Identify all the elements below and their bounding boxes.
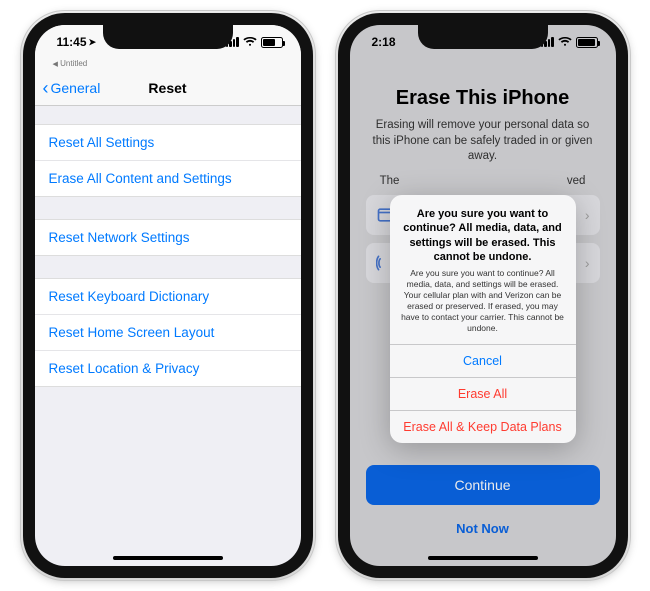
settings-group-2: Reset Network Settings [35, 219, 301, 256]
alert-title: Are you sure you want to continue? All m… [400, 207, 566, 264]
alert-body: Are you sure you want to continue? All m… [390, 195, 576, 344]
tab-label: Untitled [60, 59, 87, 68]
screen-left: 11:45 ➤ ◀ Untitled ‹ General Reset Reset… [35, 25, 301, 566]
alert-message: Are you sure you want to continue? All m… [400, 268, 566, 334]
nav-bar: ‹ General Reset [35, 70, 301, 106]
confirm-alert: Are you sure you want to continue? All m… [390, 195, 576, 443]
notch [103, 25, 233, 49]
back-button[interactable]: ‹ General [43, 79, 101, 97]
settings-group-3: Reset Keyboard Dictionary Reset Home Scr… [35, 278, 301, 387]
row-reset-keyboard[interactable]: Reset Keyboard Dictionary [35, 279, 301, 315]
row-reset-location-privacy[interactable]: Reset Location & Privacy [35, 351, 301, 386]
wifi-icon [243, 37, 257, 47]
alert-cancel-button[interactable]: Cancel [390, 344, 576, 377]
chevron-left-icon: ‹ [43, 79, 49, 97]
tab-chevron-icon: ◀ [53, 61, 58, 68]
screen-right: 2:18 Erase This iPhone Erasing will remo… [350, 25, 616, 566]
settings-group-1: Reset All Settings Erase All Content and… [35, 124, 301, 197]
row-reset-all-settings[interactable]: Reset All Settings [35, 125, 301, 161]
notch [418, 25, 548, 49]
status-icons [226, 37, 283, 48]
phone-right: 2:18 Erase This iPhone Erasing will remo… [338, 13, 628, 578]
row-reset-home-screen[interactable]: Reset Home Screen Layout [35, 315, 301, 351]
status-time-area: 11:45 ➤ [57, 35, 97, 49]
phone-left: 11:45 ➤ ◀ Untitled ‹ General Reset Reset… [23, 13, 313, 578]
location-arrow-icon: ➤ [89, 37, 97, 48]
row-erase-all-content[interactable]: Erase All Content and Settings [35, 161, 301, 196]
home-indicator[interactable] [428, 556, 538, 560]
home-indicator[interactable] [113, 556, 223, 560]
battery-icon [261, 37, 283, 48]
settings-list: Reset All Settings Erase All Content and… [35, 106, 301, 387]
back-label: General [51, 80, 101, 96]
row-reset-network[interactable]: Reset Network Settings [35, 220, 301, 255]
alert-erase-keep-plans-button[interactable]: Erase All & Keep Data Plans [390, 410, 576, 443]
status-time: 11:45 [57, 35, 87, 49]
safari-tab-strip: ◀ Untitled [35, 59, 301, 70]
alert-erase-all-button[interactable]: Erase All [390, 377, 576, 410]
